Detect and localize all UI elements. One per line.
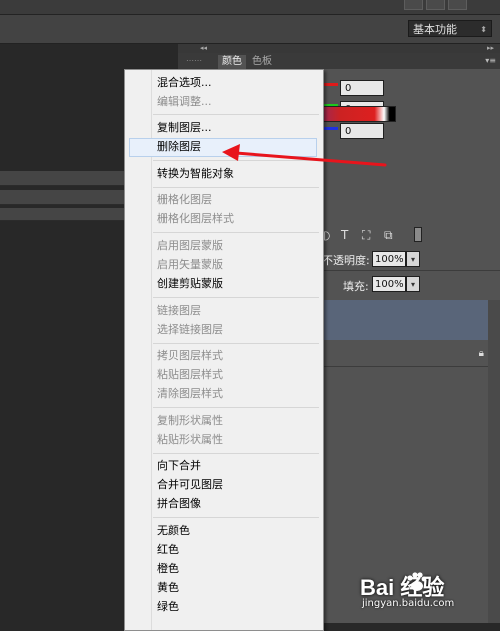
filter-type-icon[interactable]: T <box>341 228 348 242</box>
grip-icon: ⋯⋯ <box>186 56 202 65</box>
opacity-field[interactable]: 100% <box>372 251 406 267</box>
menu-separator <box>153 453 319 454</box>
menu-separator <box>153 187 319 188</box>
menu-separator <box>153 114 319 115</box>
menu-item-delete-layer[interactable]: 删除图层 <box>157 138 201 156</box>
fill-field[interactable]: 100% <box>372 276 406 292</box>
up-down-arrows-icon: ⬍ <box>480 25 487 34</box>
maximize-button[interactable] <box>426 0 445 10</box>
menu-separator <box>153 297 319 298</box>
opacity-label: 不透明度: <box>322 254 370 267</box>
menu-item-convert-smart-object[interactable]: 转换为智能对象 <box>157 165 234 183</box>
layers-scrollbar[interactable] <box>488 300 500 623</box>
blue-value-field[interactable]: 0 <box>340 123 384 139</box>
chevron-down-icon[interactable]: ▾ <box>406 276 420 292</box>
baidu-watermark: Bai 经验 jingyan.baidu.com <box>360 570 470 618</box>
fill-label: 填充: <box>343 280 369 293</box>
menu-item-yellow[interactable]: 黄色 <box>157 579 179 597</box>
layer-row-selected[interactable] <box>320 300 488 340</box>
chevron-down-icon[interactable]: ▾ <box>406 251 420 267</box>
menu-item-green[interactable]: 绿色 <box>157 598 179 616</box>
filter-toggle-switch[interactable] <box>414 227 422 242</box>
menu-item-paste-layer-style: 粘贴图层样式 <box>157 368 223 381</box>
menu-item-clear-layer-style: 清除图层样式 <box>157 387 223 400</box>
menu-item-enable-vector-mask: 启用矢量蒙版 <box>157 258 223 271</box>
minimize-button[interactable] <box>404 0 423 10</box>
app-title-bar <box>0 0 500 15</box>
panel-collapse-bar[interactable]: ◂◂ ▸▸ <box>178 44 500 53</box>
menu-item-duplicate-layer[interactable]: 复制图层... <box>157 119 212 137</box>
menu-separator <box>153 517 319 518</box>
menu-item-copy-layer-style: 拷贝图层样式 <box>157 349 223 362</box>
menu-separator <box>153 160 319 161</box>
filter-smart-object-icon[interactable]: ⧉ <box>384 228 393 243</box>
menu-separator <box>153 407 319 408</box>
menu-item-blending-options[interactable]: 混合选项... <box>157 74 212 92</box>
double-chevron-left-icon[interactable]: ◂◂ <box>200 44 207 53</box>
menu-item-rasterize-layer: 栅格化图层 <box>157 193 212 206</box>
menu-item-link-layers: 链接图层 <box>157 304 201 317</box>
menu-separator <box>153 343 319 344</box>
menu-item-merge-down[interactable]: 向下合并 <box>157 457 201 475</box>
menu-item-orange[interactable]: 橙色 <box>157 560 179 578</box>
double-chevron-right-icon[interactable]: ▸▸ <box>487 44 494 53</box>
menu-item-merge-visible[interactable]: 合并可见图层 <box>157 476 223 494</box>
menu-item-copy-shape-attributes: 复制形状属性 <box>157 414 223 427</box>
watermark-url: jingyan.baidu.com <box>362 598 455 609</box>
filter-shape-icon[interactable]: ⛶ <box>362 228 370 243</box>
menu-item-enable-layer-mask: 启用图层蒙版 <box>157 239 223 252</box>
menu-item-select-linked-layers: 选择链接图层 <box>157 323 223 336</box>
red-value-field[interactable]: 0 <box>340 80 384 96</box>
menu-item-edit-adjustment: 编辑调整... <box>157 95 212 108</box>
options-bar: 基本功能 ⬍ <box>0 15 500 44</box>
workspace-label: 基本功能 <box>413 23 457 36</box>
tab-swatches[interactable]: 色板 <box>248 55 276 69</box>
tab-color[interactable]: 颜色 <box>218 55 246 69</box>
panel-menu-icon[interactable]: ▾≡ <box>485 56 496 65</box>
menu-item-rasterize-layer-style: 栅格化图层样式 <box>157 212 234 225</box>
workspace-select[interactable]: 基本功能 ⬍ <box>408 20 492 37</box>
menu-item-no-color[interactable]: 无颜色 <box>157 522 190 540</box>
layer-context-menu: 混合选项... 编辑调整... 复制图层... 删除图层 转换为智能对象 栅格化… <box>124 69 324 631</box>
paw-icon <box>407 572 427 591</box>
menu-item-red[interactable]: 红色 <box>157 541 179 559</box>
close-button[interactable] <box>448 0 467 10</box>
menu-item-flatten-image[interactable]: 拼合图像 <box>157 495 201 513</box>
layer-row-background[interactable] <box>320 340 488 367</box>
menu-separator <box>153 232 319 233</box>
menu-item-create-clipping-mask[interactable]: 创建剪贴蒙版 <box>157 275 223 293</box>
color-panel-tabs: ⋯⋯ 颜色 色板 ▾≡ <box>178 53 500 69</box>
menu-item-paste-shape-attributes: 粘贴形状属性 <box>157 433 223 446</box>
lock-icon: 🔒︎ <box>478 348 484 359</box>
